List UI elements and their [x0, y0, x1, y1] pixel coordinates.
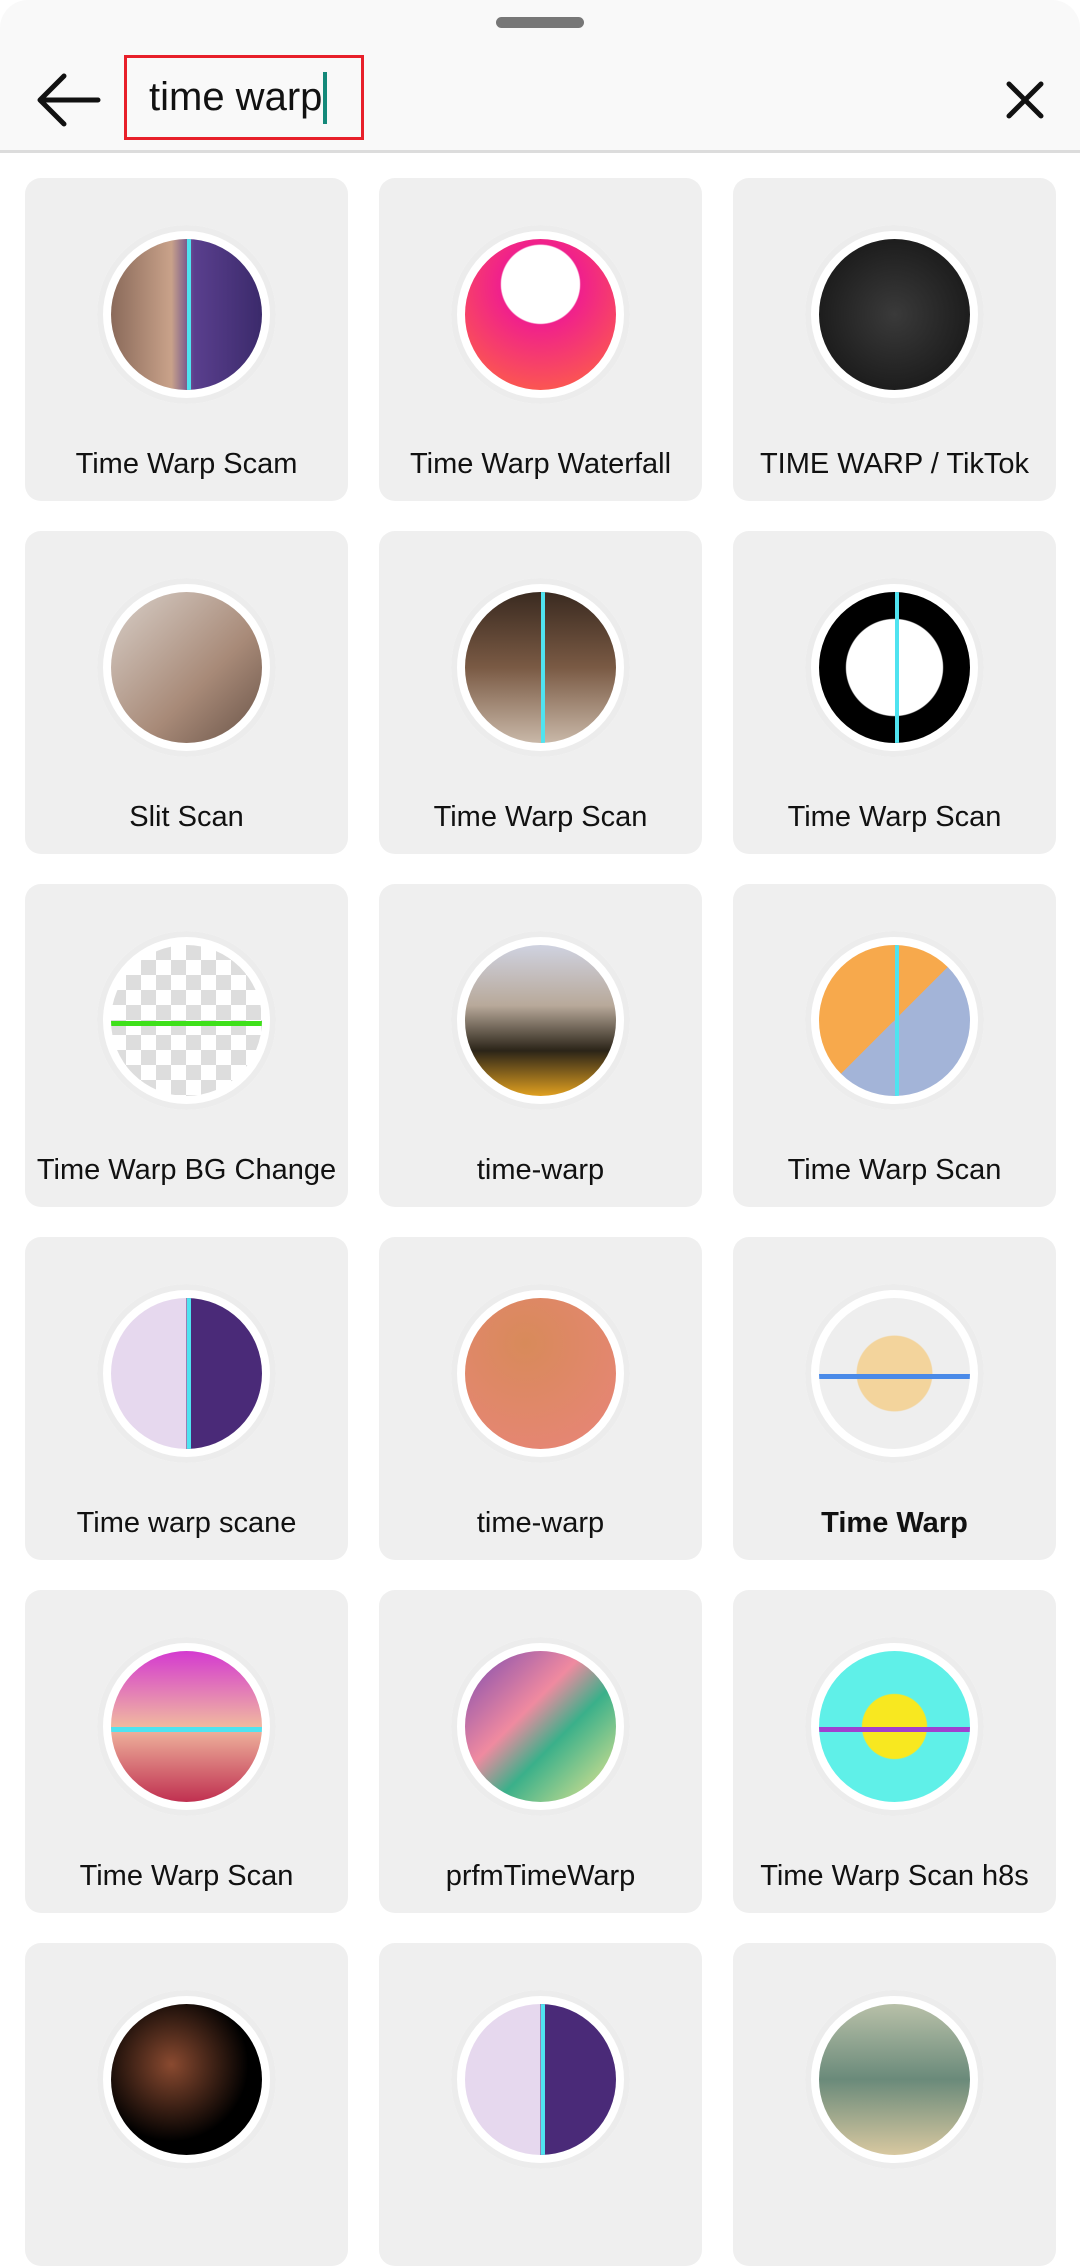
effect-name: Time Warp Scan — [433, 801, 648, 833]
effect-card[interactable]: Time warp scane — [25, 1237, 348, 1560]
scan-line — [186, 239, 191, 390]
purple-face-thumbnail — [111, 1298, 262, 1449]
effect-name: time-warp — [476, 1154, 605, 1186]
effect-thumbnail-ring — [805, 1284, 984, 1463]
effect-name: Time Warp Scan h8s — [760, 1860, 1029, 1892]
effect-thumbnail-ring — [451, 225, 630, 404]
effect-thumbnail-ring — [97, 931, 276, 1110]
effect-thumbnail-ring — [451, 578, 630, 757]
effect-card[interactable] — [733, 1943, 1056, 2266]
effect-card[interactable] — [379, 1943, 702, 2266]
man-photo-thumbnail — [465, 592, 616, 743]
drag-handle[interactable] — [496, 17, 584, 28]
effect-name: Time warp scane — [76, 1507, 297, 1539]
scan-line — [894, 592, 899, 743]
woman-tongue-thumbnail — [111, 1651, 262, 1802]
results-grid: Time Warp Scam Time Warp Waterfall TIME WA… — [25, 178, 1056, 2266]
scan-line — [111, 1020, 262, 1026]
text-caret — [323, 71, 328, 124]
effect-card[interactable]: prfmTimeWarp — [379, 1590, 702, 1913]
purple-face-dark-thumbnail — [465, 2004, 616, 2155]
effect-name: Time Warp Scan — [787, 1154, 1002, 1186]
sketch-woman-thumbnail — [111, 945, 262, 1096]
effect-name: TIME WARP / TikTok — [759, 448, 1030, 480]
effect-thumbnail-ring — [97, 225, 276, 404]
effect-card[interactable]: Time Warp Waterfall — [379, 178, 702, 501]
effect-card[interactable]: TIME WARP / TikTok — [733, 178, 1056, 501]
effect-card[interactable]: Time Warp BG Change — [25, 884, 348, 1207]
search-header: time warp — [0, 0, 1080, 153]
effect-thumbnail-ring — [97, 1637, 276, 1816]
effect-card[interactable]: Time Warp Scan h8s — [733, 1590, 1056, 1913]
effect-name: Time Warp Scan — [79, 1860, 294, 1892]
street-scene-thumbnail — [819, 2004, 970, 2155]
jellyfish-pink-thumbnail — [465, 239, 616, 390]
cartoon-face-thumbnail — [819, 945, 970, 1096]
effect-thumbnail-ring — [451, 931, 630, 1110]
effect-thumbnail-ring — [97, 1284, 276, 1463]
effect-card[interactable]: Time Warp Scan — [25, 1590, 348, 1913]
effect-name: Slit Scan — [129, 801, 244, 833]
scan-line — [819, 1726, 970, 1732]
effect-thumbnail-ring — [805, 931, 984, 1110]
effect-thumbnail-ring — [805, 225, 984, 404]
yellow-smiley-thumbnail — [819, 1651, 970, 1802]
effect-thumbnail-ring — [805, 578, 984, 757]
scan-line — [540, 2004, 545, 2155]
effect-name: Time Warp Scan — [787, 801, 1002, 833]
search-input-value[interactable]: time warp — [149, 75, 322, 120]
effect-name: Time Warp Waterfall — [409, 448, 672, 480]
effect-thumbnail-ring — [451, 1637, 630, 1816]
effect-card[interactable]: time-warp — [379, 1237, 702, 1560]
effect-name: time-warp — [476, 1507, 605, 1539]
effect-card[interactable]: Time Warp Scam — [25, 178, 348, 501]
effect-thumbnail-ring — [97, 578, 276, 757]
effect-name: Time Warp — [821, 1507, 968, 1539]
effect-card[interactable]: Time Warp Scan — [733, 884, 1056, 1207]
effect-thumbnail-ring — [97, 1990, 276, 2169]
effect-name: Time Warp Scam — [75, 448, 298, 480]
scan-line — [894, 945, 899, 1096]
arrow-left-icon[interactable] — [34, 70, 104, 130]
effect-thumbnail-ring — [451, 1990, 630, 2169]
effect-name: prfmTimeWarp — [445, 1860, 636, 1892]
search-input[interactable]: time warp — [124, 55, 364, 140]
girl-floral-thumbnail — [465, 945, 616, 1096]
effect-thumbnail-ring — [451, 1284, 630, 1463]
close-icon[interactable] — [1003, 78, 1047, 122]
melting-clock-thumbnail — [465, 1298, 616, 1449]
effect-card[interactable]: Time Warp Scan — [379, 531, 702, 854]
stretched-face-thumbnail — [111, 592, 262, 743]
effect-thumbnail-ring — [805, 1637, 984, 1816]
black-white-face-thumbnail — [819, 592, 970, 743]
effect-card[interactable]: Slit Scan — [25, 531, 348, 854]
effect-name: Time Warp BG Change — [36, 1154, 337, 1186]
tiktok-clock-thumbnail — [819, 239, 970, 390]
effect-card[interactable] — [25, 1943, 348, 2266]
slit-face-purple-thumbnail — [111, 239, 262, 390]
scan-line — [819, 1373, 970, 1379]
effect-thumbnail-ring — [805, 1990, 984, 2169]
effect-card[interactable]: time-warp — [379, 884, 702, 1207]
pastel-stairs-thumbnail — [465, 1651, 616, 1802]
effect-card[interactable]: Time Warp Scan — [733, 531, 1056, 854]
effect-card[interactable]: Time Warp — [733, 1237, 1056, 1560]
scan-line — [111, 1726, 262, 1732]
tan-head-thumbnail — [819, 1298, 970, 1449]
dark-swirl-thumbnail — [111, 2004, 262, 2155]
scan-line — [186, 1298, 191, 1449]
scan-line — [540, 592, 545, 743]
